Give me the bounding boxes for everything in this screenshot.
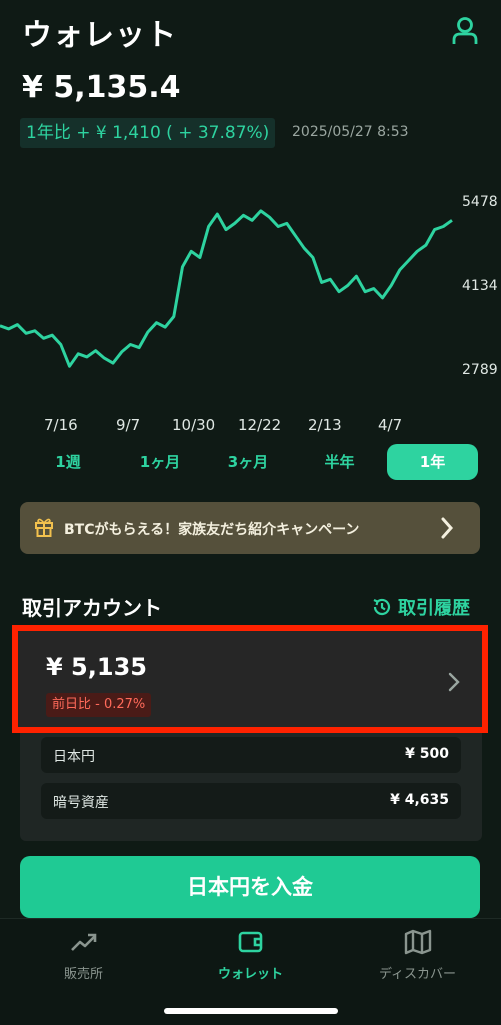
trend-icon — [0, 929, 167, 959]
row-label: 日本円 — [53, 749, 95, 765]
period-3m[interactable]: 3ヶ月 — [204, 444, 292, 480]
history-icon — [372, 597, 392, 622]
y-tick-label: 5478 — [462, 194, 498, 210]
price-chart[interactable] — [0, 180, 501, 395]
account-amount: ¥ 5,135 — [46, 653, 147, 681]
total-balance: ¥ 5,135.4 — [22, 70, 181, 105]
section-title: 取引アカウント — [22, 596, 162, 620]
x-tick-label: 2/13 — [308, 416, 342, 434]
wallet-icon — [167, 929, 334, 959]
y-tick-label: 4134 — [462, 278, 498, 294]
tab-label: 販売所 — [63, 967, 103, 982]
yearly-change-badge: 1年比 + ¥ 1,410 ( + 37.87%) — [20, 118, 276, 148]
banner-text: BTCがもらえる！家族友だち紹介キャンペーン — [64, 522, 360, 538]
home-indicator — [164, 1008, 338, 1014]
deposit-button[interactable]: 日本円を入金 — [20, 856, 480, 918]
gift-icon — [34, 516, 54, 542]
balance-row-jpy: 日本円 ¥ 500 — [41, 737, 461, 773]
chevron-right-icon — [440, 516, 454, 544]
user-icon[interactable] — [451, 16, 479, 46]
period-1m[interactable]: 1ヶ月 — [116, 444, 204, 480]
row-value: ¥ 4,635 — [390, 792, 449, 808]
daily-change-badge: 前日比 - 0.27% — [46, 693, 152, 717]
history-label: 取引履歴 — [398, 598, 470, 619]
map-icon — [334, 929, 501, 959]
row-value: ¥ 500 — [405, 746, 449, 762]
period-1y[interactable]: 1年 — [387, 444, 478, 480]
tab-label: ディスカバー — [378, 967, 457, 982]
history-link[interactable]: 取引履歴 — [372, 594, 470, 622]
tab-exchange[interactable]: 販売所 — [0, 929, 167, 982]
x-tick-label: 4/7 — [378, 416, 403, 434]
tab-discover[interactable]: ディスカバー — [334, 929, 501, 982]
balance-row-crypto: 暗号資産 ¥ 4,635 — [41, 783, 461, 819]
tab-wallet[interactable]: ウォレット — [167, 929, 334, 982]
chevron-right-icon — [448, 671, 460, 697]
x-tick-label: 12/22 — [238, 416, 282, 434]
account-card[interactable]: ¥ 5,135 前日比 - 0.27% — [12, 625, 488, 733]
page-title: ウォレット — [22, 18, 177, 53]
period-selector: 1週 1ヶ月 3ヶ月 半年 1年 — [20, 444, 480, 480]
x-tick-label: 10/30 — [172, 416, 216, 434]
campaign-banner[interactable]: BTCがもらえる！家族友だち紹介キャンペーン — [20, 502, 480, 554]
x-tick-label: 9/7 — [116, 416, 141, 434]
x-tick-label: 7/16 — [44, 416, 78, 434]
period-6m[interactable]: 半年 — [292, 444, 387, 480]
chart-series-line — [0, 209, 453, 368]
timestamp: 2025/05/27 8:53 — [292, 124, 409, 140]
period-1w[interactable]: 1週 — [20, 444, 116, 480]
row-label: 暗号資産 — [53, 795, 109, 811]
y-tick-label: 2789 — [462, 362, 498, 378]
tab-label: ウォレット — [217, 967, 283, 982]
